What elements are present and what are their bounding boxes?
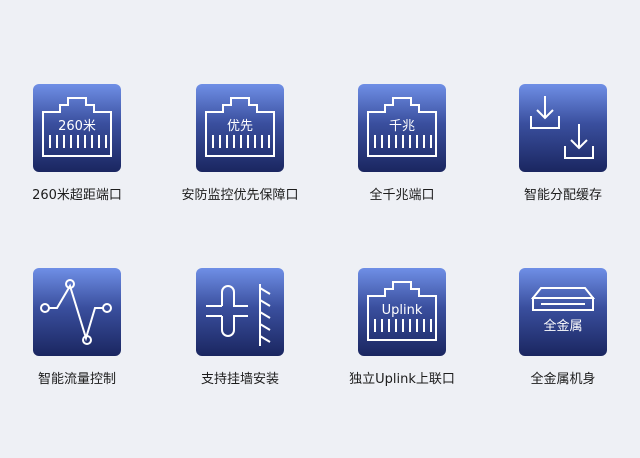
feature-label: 智能流量控制 xyxy=(37,372,116,387)
port-icon-text: 260米 xyxy=(58,119,96,134)
feature-label: 智能分配缓存 xyxy=(523,188,602,203)
ethernet-port-icon: 优先 xyxy=(196,84,284,172)
feature-label: 支持挂墙安装 xyxy=(200,372,279,387)
ethernet-port-icon: 千兆 xyxy=(358,84,446,172)
port-icon-text: 优先 xyxy=(227,119,253,134)
port-icon-text: Uplink xyxy=(382,303,423,318)
feature-260m-port: 260米 260米超距端口 xyxy=(2,84,152,224)
feature-security-priority-port: 优先 安防监控优先保障口 xyxy=(165,84,315,224)
feature-metal-chassis: 全金属 全金属机身 xyxy=(488,268,638,408)
ethernet-port-icon: Uplink xyxy=(358,268,446,356)
feature-label: 260米超距端口 xyxy=(32,188,122,203)
metal-chassis-icon: 全金属 xyxy=(519,268,607,356)
port-icon-text: 千兆 xyxy=(389,119,415,134)
feature-gigabit-port: 千兆 全千兆端口 xyxy=(327,84,477,224)
feature-wall-mount: 支持挂墙安装 xyxy=(165,268,315,408)
feature-smart-cache: 智能分配缓存 xyxy=(488,84,638,224)
feature-label: 全千兆端口 xyxy=(369,188,435,203)
download-arrows-icon xyxy=(519,84,607,172)
chassis-icon-text: 全金属 xyxy=(543,318,582,334)
traffic-graph-icon xyxy=(33,268,121,356)
wall-mount-icon xyxy=(196,268,284,356)
ethernet-port-icon: 260米 xyxy=(33,84,121,172)
feature-label: 全金属机身 xyxy=(530,372,596,387)
feature-label: 独立Uplink上联口 xyxy=(349,372,455,387)
feature-traffic-control: 智能流量控制 xyxy=(2,268,152,408)
feature-grid: 260米 260米超距端口 优先 安防监控优先保障口 千兆 全千兆端口 智能分配… xyxy=(0,0,640,458)
feature-uplink-port: Uplink 独立Uplink上联口 xyxy=(327,268,477,408)
feature-label: 安防监控优先保障口 xyxy=(181,188,299,203)
